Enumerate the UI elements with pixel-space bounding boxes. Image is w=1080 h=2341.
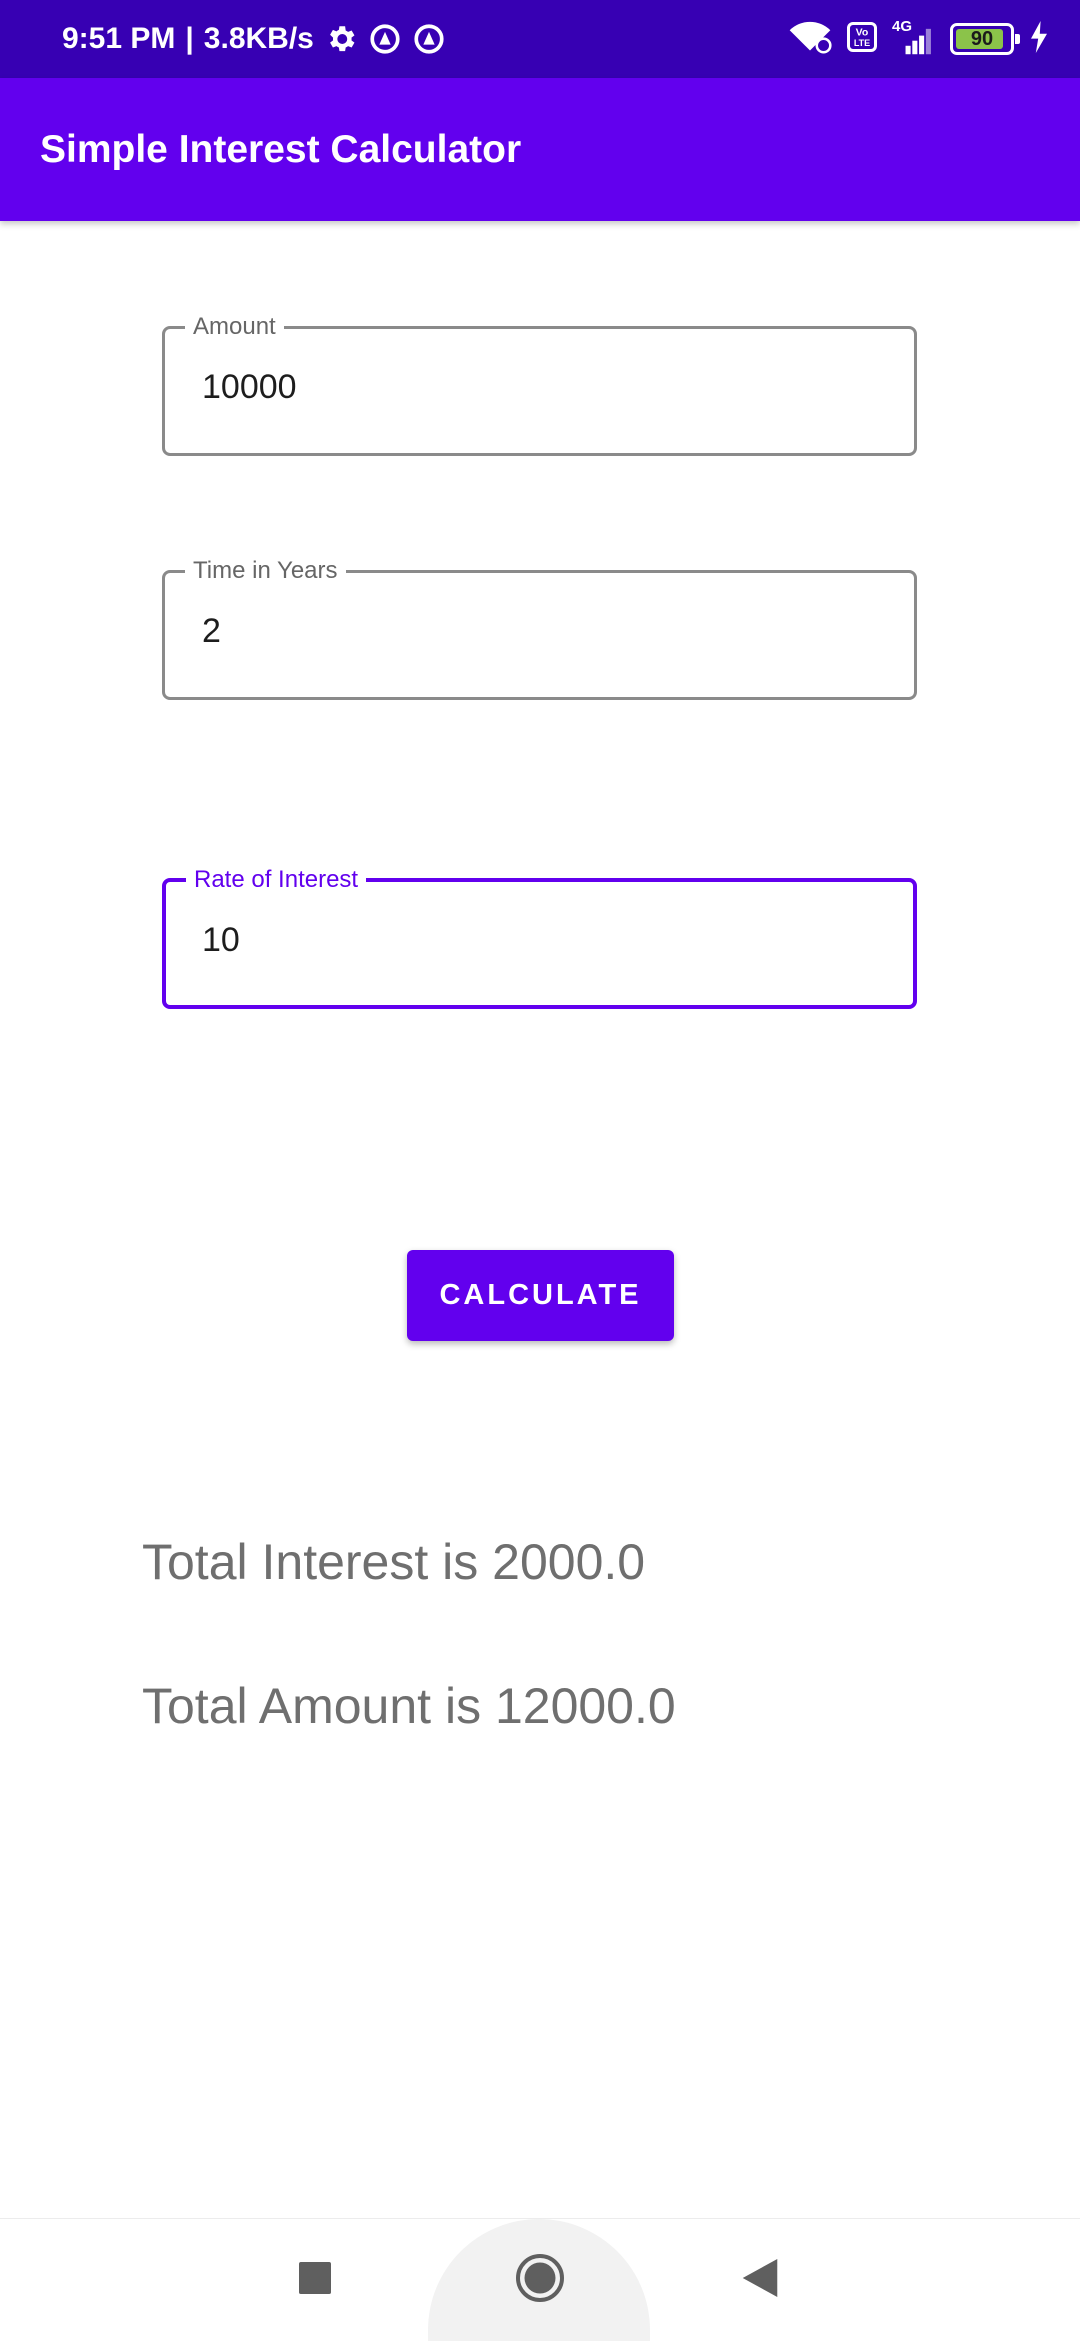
time-label: Time in Years (193, 557, 338, 584)
navigation-bar (0, 2218, 1080, 2341)
total-interest-text: Total Interest is 2000.0 (142, 1534, 646, 1590)
time-input[interactable]: 2 (202, 612, 221, 651)
recents-button[interactable] (281, 2246, 349, 2314)
home-icon (515, 2253, 565, 2308)
wifi-icon (788, 20, 832, 59)
svg-text:Vo: Vo (856, 26, 869, 38)
data-saver-icon (368, 22, 402, 56)
network-speed: 3.8KB/s (203, 22, 314, 55)
data-saver-icon (412, 22, 446, 56)
rate-field-outline: Rate of Interest (162, 867, 917, 1009)
back-icon (742, 2258, 778, 2302)
recents-icon (299, 2261, 331, 2299)
clock: 9:51 PM (62, 22, 176, 55)
app-bar: Simple Interest Calculator (0, 78, 1080, 221)
volte-icon: Vo LTE (846, 21, 878, 57)
battery-icon: 90 (950, 23, 1020, 55)
rate-field[interactable]: Rate of Interest 10 (162, 867, 917, 1009)
amount-label: Amount (193, 313, 276, 340)
app-title: Simple Interest Calculator (40, 128, 522, 171)
amount-field[interactable]: Amount 10000 (162, 314, 917, 456)
battery-tip (1015, 34, 1020, 44)
total-amount-text: Total Amount is 12000.0 (142, 1678, 676, 1734)
home-button[interactable] (506, 2246, 574, 2314)
signal-icon: 4G (892, 18, 936, 56)
calculate-button[interactable]: CALCULATE (407, 1250, 674, 1341)
charging-icon (1028, 20, 1050, 58)
status-separator: | (185, 22, 194, 55)
rate-label: Rate of Interest (194, 866, 359, 893)
time-field-outline: Time in Years (162, 558, 917, 700)
time-field[interactable]: Time in Years 2 (162, 558, 917, 700)
settings-icon (324, 22, 358, 56)
status-bar: 9:51 PM | 3.8KB/s Vo LTE 4G 90 (0, 0, 1080, 78)
back-button[interactable] (726, 2246, 794, 2314)
status-bar-right: Vo LTE 4G 90 (788, 0, 1050, 78)
battery-percent: 90 (970, 27, 994, 50)
rate-input[interactable]: 10 (202, 921, 240, 960)
svg-text:LTE: LTE (854, 38, 870, 48)
status-bar-left: 9:51 PM | 3.8KB/s (62, 0, 446, 78)
amount-input[interactable]: 10000 (202, 368, 297, 407)
